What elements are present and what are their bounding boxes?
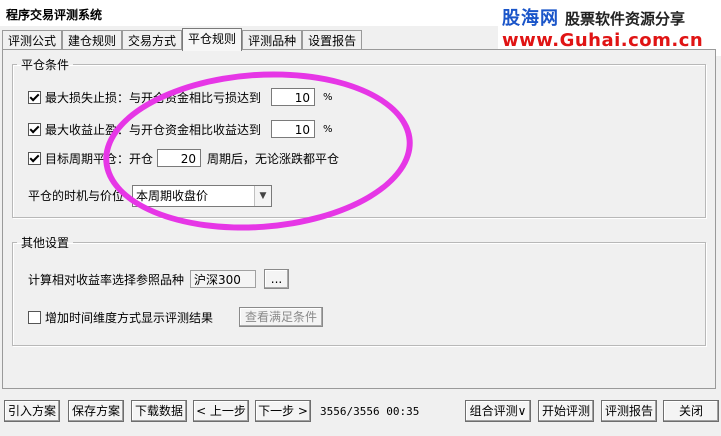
other-settings-group: 其他设置 <box>12 234 706 346</box>
tab-bar: 评测公式 建仓规则 交易方式 平仓规则 评测品种 设置报告 <box>2 28 363 51</box>
max-loss-input[interactable]: 10 <box>271 88 316 106</box>
timing-select[interactable]: 本周期收盘价 ▼ <box>132 185 272 207</box>
tab-report-settings[interactable]: 设置报告 <box>302 30 363 51</box>
logo-slogan: 股票软件资源分享 <box>565 10 686 28</box>
download-data-button[interactable]: 下载数据 <box>131 400 187 422</box>
timing-label: 平仓的时机与价位 <box>28 189 125 203</box>
timing-selected: 本周期收盘价 <box>136 189 209 203</box>
max-loss-row: 最大损失止损：与开仓资金相比亏损达到 10 % <box>28 88 333 106</box>
site-logo: 股海网 股票软件资源分享 <box>502 4 686 29</box>
eval-report-button[interactable]: 评测报告 <box>601 400 657 422</box>
prev-step-button[interactable]: < 上一步 <box>193 400 249 422</box>
ref-instrument-row: 计算相对收益率选择参照品种 沪深300 ... <box>28 269 290 289</box>
other-settings-legend: 其他设置 <box>21 236 70 250</box>
target-period-row: 目标周期平仓：开仓 20 周期后，无论涨跌都平仓 <box>28 149 339 167</box>
next-step-button[interactable]: 下一步 > <box>255 400 311 422</box>
target-period-input[interactable]: 20 <box>157 149 202 167</box>
max-gain-input[interactable]: 10 <box>271 120 316 138</box>
max-loss-label: 最大损失止损：与开仓资金相比亏损达到 <box>45 90 262 105</box>
tab-close-rules[interactable]: 平仓规则 <box>182 28 243 51</box>
window-title: 程序交易评测系统 <box>6 8 103 22</box>
bottom-toolbar: 引入方案 保存方案 下载数据 < 上一步 下一步 > 3556/3556 00:… <box>0 392 721 436</box>
close-rules-panel: 平仓条件 最大损失止损：与开仓资金相比亏损达到 10 % 最大收益止盈：与开仓资… <box>2 49 716 389</box>
tab-open-rules[interactable]: 建仓规则 <box>62 30 123 51</box>
target-period-label: 目标周期平仓：开仓 <box>45 151 154 166</box>
progress-status: 3556/3556 00:35 <box>320 405 420 418</box>
timing-row: 平仓的时机与价位 <box>28 187 124 204</box>
time-dimension-checkbox[interactable] <box>28 310 41 324</box>
max-gain-checkbox[interactable] <box>28 122 41 136</box>
ref-instrument-browse-button[interactable]: ... <box>264 269 290 289</box>
import-plan-button[interactable]: 引入方案 <box>4 400 60 422</box>
tab-instruments[interactable]: 评测品种 <box>242 30 303 51</box>
tab-formula[interactable]: 评测公式 <box>2 30 63 51</box>
max-loss-checkbox[interactable] <box>28 90 41 104</box>
max-loss-unit: % <box>323 91 333 103</box>
tab-trade-mode[interactable]: 交易方式 <box>122 30 183 51</box>
save-plan-button[interactable]: 保存方案 <box>68 400 124 422</box>
ref-instrument-label: 计算相对收益率选择参照品种 <box>28 272 185 287</box>
ref-instrument-field[interactable]: 沪深300 <box>190 270 257 288</box>
logo-url: www.Guhai.com.cn <box>502 30 704 51</box>
max-gain-label: 最大收益止盈：与开仓资金相比收益达到 <box>45 122 262 137</box>
target-period-suffix: 周期后，无论涨跌都平仓 <box>207 151 340 166</box>
start-eval-button[interactable]: 开始评测 <box>538 400 594 422</box>
max-gain-unit: % <box>323 123 333 135</box>
close-conditions-legend: 平仓条件 <box>21 58 70 72</box>
chevron-down-icon[interactable]: ▼ <box>254 186 271 206</box>
view-conditions-button[interactable]: 查看满足条件 <box>239 307 324 327</box>
target-period-checkbox[interactable] <box>28 151 41 165</box>
time-dimension-row: 增加时间维度方式显示评测结果 查看满足条件 <box>28 307 324 327</box>
close-button[interactable]: 关闭 <box>663 400 719 422</box>
logo-brand: 股海网 <box>502 8 559 29</box>
max-gain-row: 最大收益止盈：与开仓资金相比收益达到 10 % <box>28 120 333 138</box>
time-dimension-label: 增加时间维度方式显示评测结果 <box>45 310 214 325</box>
combo-eval-button[interactable]: 组合评测∨ <box>465 400 531 422</box>
